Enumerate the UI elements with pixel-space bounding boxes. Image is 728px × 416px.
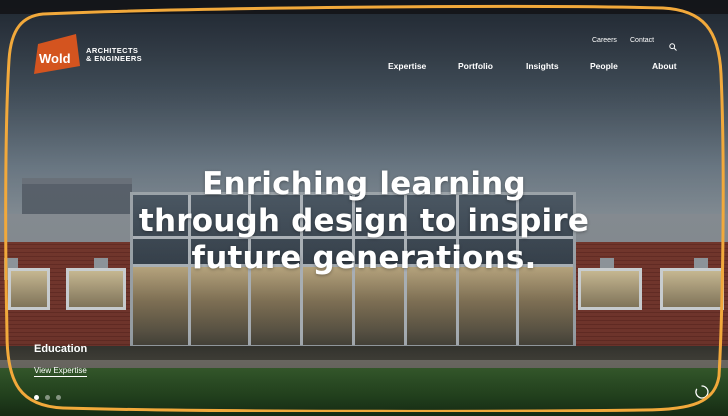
highlight-outline xyxy=(4,4,725,412)
hero-section: Wold ARCHITECTS & ENGINEERS Careers Cont… xyxy=(0,0,728,416)
